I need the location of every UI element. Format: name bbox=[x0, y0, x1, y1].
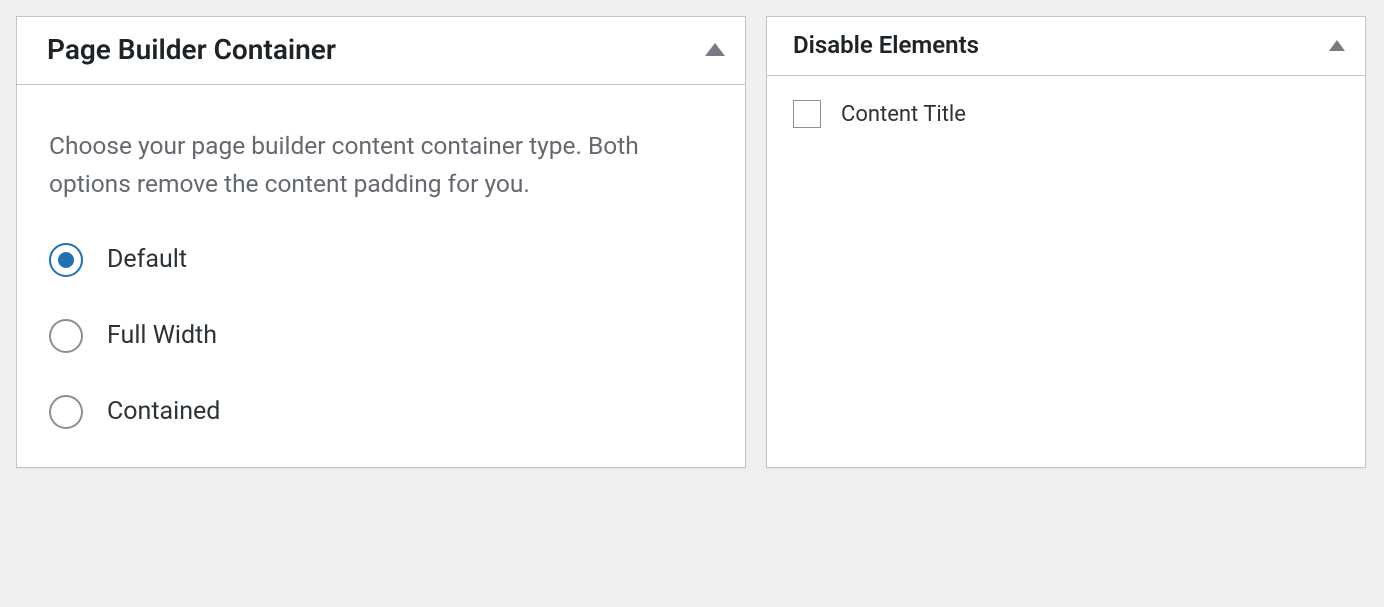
page-builder-container-header[interactable]: Page Builder Container bbox=[17, 17, 745, 85]
collapse-up-icon bbox=[705, 43, 725, 56]
radio-label: Full Width bbox=[107, 321, 217, 350]
checkbox-option-content-title[interactable]: Content Title bbox=[793, 100, 1339, 128]
disable-elements-title: Disable Elements bbox=[793, 31, 979, 59]
radio-option-default[interactable]: Default bbox=[49, 243, 713, 277]
disable-elements-body: Content Title bbox=[767, 76, 1365, 176]
radio-label: Default bbox=[107, 245, 187, 274]
radio-icon bbox=[49, 395, 83, 429]
checkbox-icon bbox=[793, 100, 821, 128]
radio-option-full-width[interactable]: Full Width bbox=[49, 319, 713, 353]
radio-icon bbox=[49, 243, 83, 277]
disable-elements-metabox: Disable Elements Content Title bbox=[766, 16, 1366, 468]
disable-elements-header[interactable]: Disable Elements bbox=[767, 17, 1365, 76]
radio-option-contained[interactable]: Contained bbox=[49, 395, 713, 429]
radio-icon bbox=[49, 319, 83, 353]
page-builder-container-metabox: Page Builder Container Choose your page … bbox=[16, 16, 746, 468]
page-builder-container-description: Choose your page builder content contain… bbox=[49, 127, 713, 203]
container-type-radio-group: Default Full Width Contained bbox=[49, 243, 713, 429]
radio-label: Contained bbox=[107, 397, 220, 426]
page-builder-container-body: Choose your page builder content contain… bbox=[17, 85, 745, 467]
checkbox-label: Content Title bbox=[841, 102, 966, 127]
page-builder-container-title: Page Builder Container bbox=[47, 33, 336, 66]
collapse-up-icon bbox=[1329, 40, 1345, 51]
